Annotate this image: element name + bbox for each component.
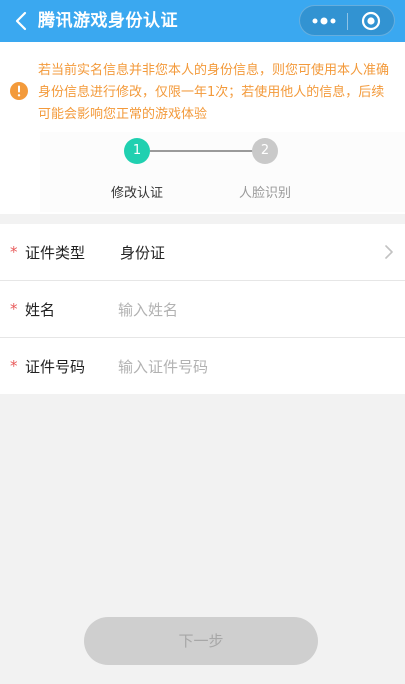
back-button[interactable] (10, 8, 32, 34)
step-2-indicator: 2 (252, 138, 278, 164)
name-label: 姓名 (25, 301, 56, 319)
id-type-row[interactable]: * 证件类型 身份证 (0, 224, 405, 281)
progress-steps: 1 2 修改认证 人脸识别 (40, 132, 405, 212)
notice-panel: 若当前实名信息并非您本人的身份信息，则您可使用本人准确身份信息进行修改，仅限一年… (0, 42, 405, 214)
chevron-right-icon (385, 245, 393, 259)
step-1-indicator: 1 (124, 138, 150, 164)
required-mark: * (10, 357, 18, 375)
id-type-value: 身份证 (120, 244, 166, 262)
next-step-button[interactable]: 下一步 (84, 617, 318, 665)
more-dots-icon (312, 17, 335, 24)
id-number-row: * 证件号码 (0, 338, 405, 395)
page-title: 腾讯游戏身份认证 (38, 11, 178, 31)
notice-text: 若当前实名信息并非您本人的身份信息，则您可使用本人准确身份信息进行修改，仅限一年… (38, 63, 390, 122)
chevron-left-icon (15, 11, 27, 31)
step-2-label: 人脸识别 (238, 186, 291, 201)
close-button[interactable] (348, 6, 394, 35)
step-1-label: 修改认证 (110, 186, 163, 201)
id-number-input[interactable] (118, 350, 368, 384)
top-bar: 腾讯游戏身份认证 (0, 0, 405, 42)
id-type-label: 证件类型 (25, 244, 86, 262)
mini-program-close-icon (361, 11, 381, 30)
name-input[interactable] (118, 293, 368, 327)
identity-form: * 证件类型 身份证 * 姓名 * 证件号码 (0, 224, 405, 394)
required-mark: * (10, 300, 18, 318)
mini-program-capsule (299, 5, 395, 36)
required-mark: * (10, 243, 18, 261)
info-icon (10, 82, 28, 100)
id-number-label: 证件号码 (25, 358, 86, 376)
more-button[interactable] (300, 6, 347, 35)
name-row: * 姓名 (0, 281, 405, 338)
